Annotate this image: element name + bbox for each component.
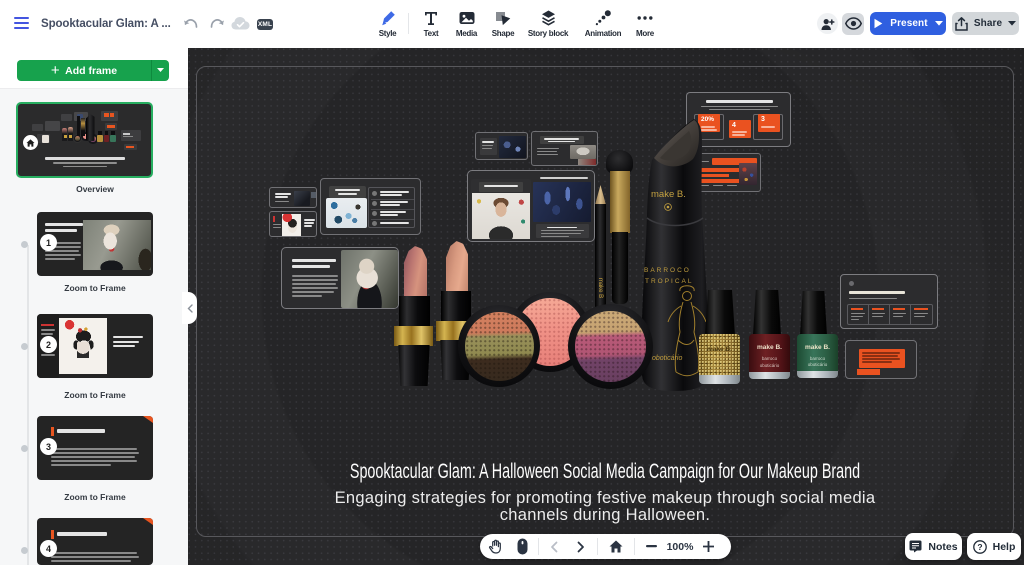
svg-text:oboticário: oboticário bbox=[652, 355, 682, 362]
svg-text:?: ? bbox=[977, 542, 982, 552]
svg-text:make B.: make B. bbox=[651, 189, 686, 200]
svg-text:TROPICAL: TROPICAL bbox=[645, 278, 694, 285]
svg-text:BARROCO: BARROCO bbox=[644, 267, 691, 274]
